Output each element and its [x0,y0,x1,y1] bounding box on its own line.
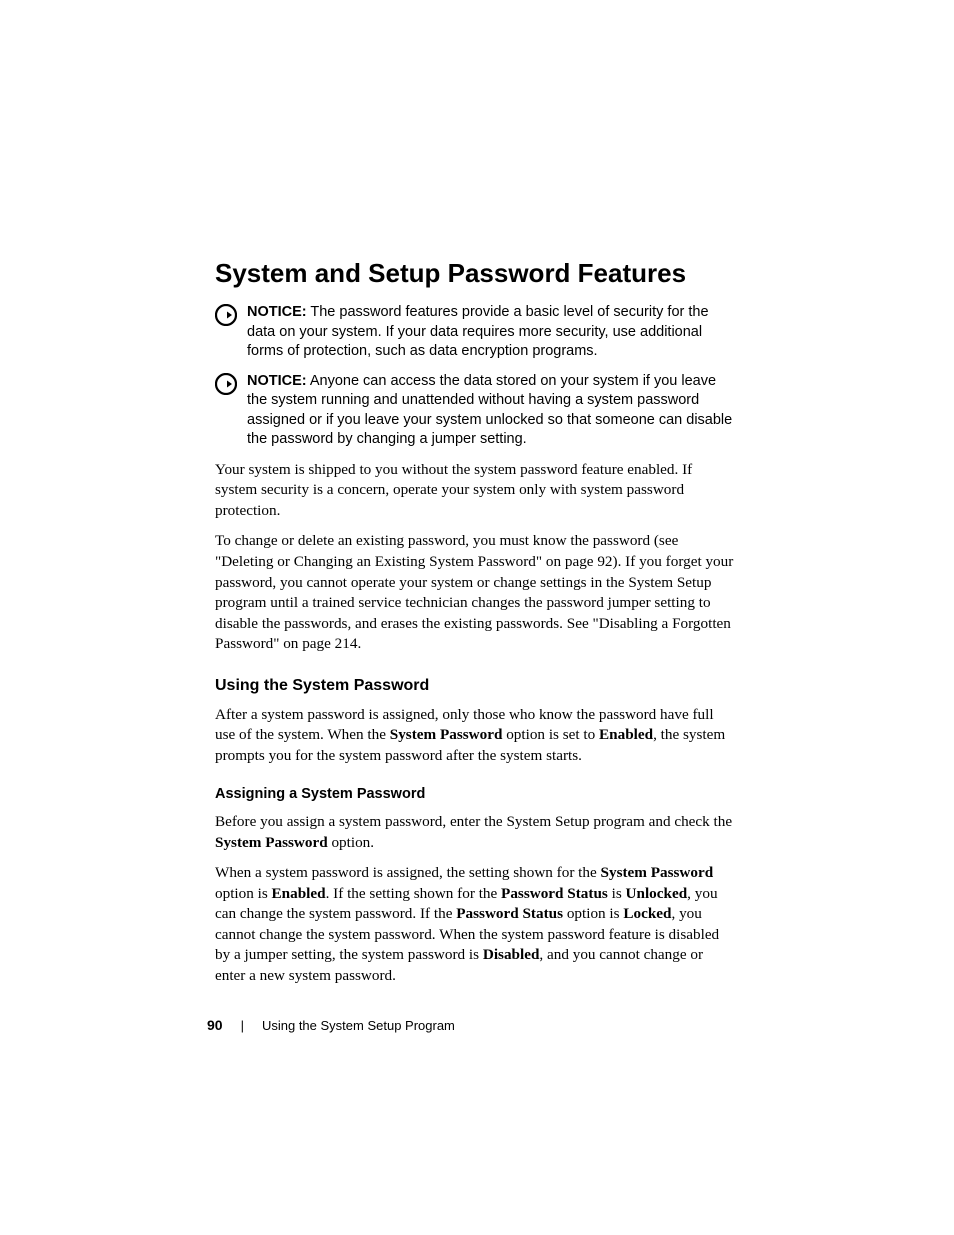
notice-body: Anyone can access the data stored on you… [247,373,732,448]
page-content: System and Setup Password Features NOTIC… [215,258,735,986]
text-run: option is [563,905,623,922]
notice-text-1: NOTICE: The password features provide a … [247,303,735,362]
bold-term: System Password [390,726,503,743]
notice-block-1: NOTICE: The password features provide a … [215,303,735,362]
bold-term: System Password [215,834,328,851]
subsection-heading-assigning: Assigning a System Password [215,786,735,802]
paragraph: Before you assign a system password, ent… [215,812,735,853]
bold-term: Password Status [456,905,563,922]
notice-label: NOTICE: [247,373,307,389]
text-run: option is set to [502,726,599,743]
page-number: 90 [207,1017,223,1033]
notice-arrow-icon [215,304,237,326]
text-run: Before you assign a system password, ent… [215,813,732,830]
paragraph: After a system password is assigned, onl… [215,705,735,767]
notice-text-2: NOTICE: Anyone can access the data store… [247,372,735,450]
bold-term: Disabled [483,946,540,963]
bold-term: Password Status [501,885,608,902]
text-run: When a system password is assigned, the … [215,864,601,881]
notice-label: NOTICE: [247,304,307,320]
footer-divider: | [241,1018,244,1033]
text-run: option is [215,885,272,902]
section-heading-using: Using the System Password [215,677,735,695]
bold-term: Unlocked [626,885,688,902]
page-footer: 90 | Using the System Setup Program [207,1017,455,1033]
notice-block-2: NOTICE: Anyone can access the data store… [215,372,735,450]
footer-section-title: Using the System Setup Program [262,1018,455,1033]
bold-term: Enabled [599,726,653,743]
text-run: . If the setting shown for the [326,885,501,902]
notice-body: The password features provide a basic le… [247,304,709,359]
bold-term: Enabled [272,885,326,902]
text-run: is [608,885,626,902]
page-title: System and Setup Password Features [215,258,735,289]
bold-term: Locked [623,905,671,922]
paragraph: Your system is shipped to you without th… [215,460,735,522]
paragraph: When a system password is assigned, the … [215,863,735,986]
notice-arrow-icon [215,373,237,395]
bold-term: System Password [601,864,714,881]
paragraph: To change or delete an existing password… [215,531,735,654]
text-run: option. [328,834,374,851]
